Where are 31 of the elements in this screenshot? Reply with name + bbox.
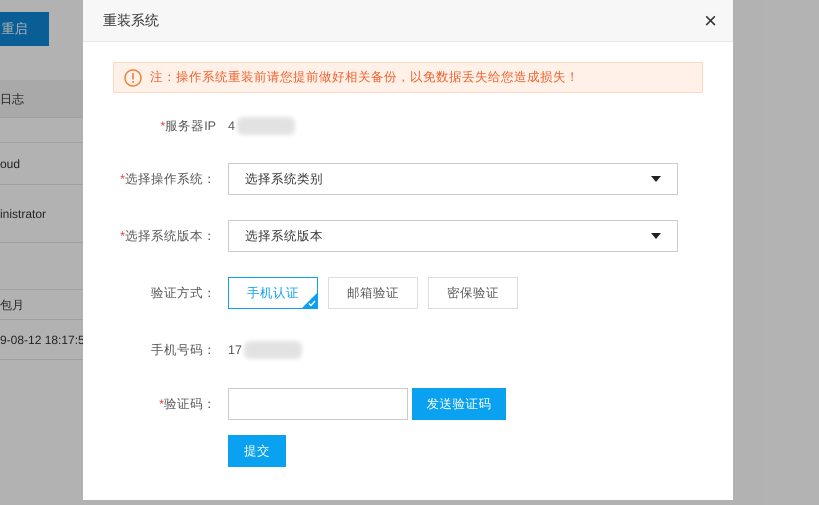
field-label: 验证码：: [164, 396, 216, 413]
field-label: 手机号码：: [151, 342, 216, 359]
field-value: 4: [228, 118, 235, 135]
table-cell-text: 9-08-12 18:17:5: [0, 332, 85, 348]
field-label: 验证方式：: [151, 284, 216, 302]
close-button[interactable]: ×: [704, 10, 717, 32]
caret-icon: [651, 233, 661, 239]
warning-icon: [124, 68, 142, 86]
field-value: 17: [228, 342, 242, 359]
verification-method-tab[interactable]: 邮箱验证: [328, 277, 418, 309]
field-label: 服务器IP: [165, 118, 216, 135]
redaction-blur: [244, 341, 302, 359]
required-asterisk: *: [159, 396, 164, 413]
notice-text: 注：操作系统重装前请您提前做好相关备份，以免数据丢失给您造成损失！: [150, 69, 579, 86]
caret-icon: [651, 176, 661, 182]
code-input-field[interactable]: [228, 388, 408, 420]
table-cell-text: oud: [0, 156, 20, 172]
verification-method-tab[interactable]: 密保验证: [428, 277, 518, 309]
required-asterisk: *: [120, 170, 125, 188]
redaction-blur: [236, 117, 295, 135]
field-label: 选择操作系统：: [125, 170, 216, 188]
table-cell-text: 日志: [0, 90, 24, 108]
required-asterisk: *: [120, 228, 125, 245]
required-asterisk: *: [160, 118, 166, 135]
table-cell-text: 包月: [0, 296, 24, 314]
field-label: 选择系统版本：: [125, 228, 216, 245]
check-corner-icon: [302, 293, 317, 308]
dialog-title: 重装系统: [103, 11, 159, 30]
select-field[interactable]: 选择系统版本: [228, 220, 678, 252]
table-cell-text: inistrator: [0, 206, 46, 222]
select-field[interactable]: 选择系统类别: [228, 163, 678, 195]
